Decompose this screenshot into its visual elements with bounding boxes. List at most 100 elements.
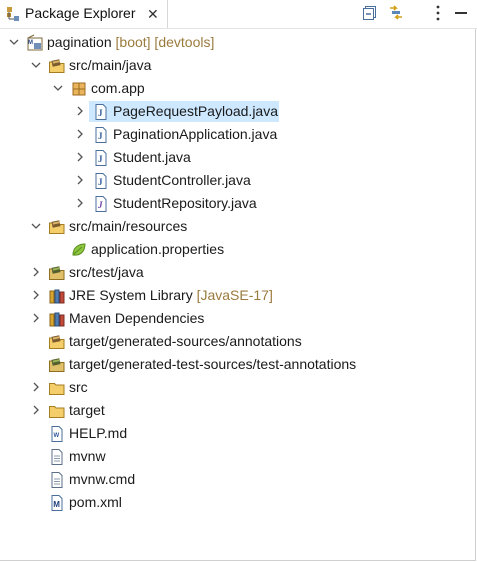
tree-item-name: src/main/resources: [69, 218, 188, 234]
tree-item[interactable]: J Student.java: [0, 146, 477, 169]
svg-text:M: M: [28, 40, 33, 46]
tree-item-name: application.properties: [91, 241, 225, 257]
tree-item[interactable]: src/main/resources: [0, 215, 477, 238]
tree-item-name: pom.xml: [69, 494, 122, 510]
source-folder-icon: [49, 220, 65, 234]
tree-item[interactable]: J StudentController.java: [0, 169, 477, 192]
chevron-down-icon[interactable]: [30, 220, 42, 232]
tree-item-label: com.app: [91, 80, 145, 96]
tree-item-label: pagination [boot] [devtools]: [47, 34, 214, 50]
tree-item-label: Student.java: [113, 149, 191, 165]
chevron-right-icon[interactable]: [74, 128, 86, 140]
tree-item[interactable]: src: [0, 376, 477, 399]
svg-text:J: J: [98, 131, 103, 141]
library-icon: [49, 312, 65, 327]
link-with-editor-icon[interactable]: [387, 4, 405, 22]
chevron-right-icon[interactable]: [30, 381, 42, 393]
tree-item-name: mvnw: [69, 448, 106, 464]
tree-item-name: target/generated-test-sources/test-annot…: [69, 356, 357, 372]
svg-text:J: J: [98, 177, 103, 187]
tree-item[interactable]: Maven Dependencies: [0, 307, 477, 330]
chevron-right-icon[interactable]: [30, 312, 42, 324]
tree-item[interactable]: mvnw: [0, 445, 477, 468]
tree-item[interactable]: target/generated-test-sources/test-annot…: [0, 353, 477, 376]
tree-item[interactable]: J StudentRepository.java: [0, 192, 477, 215]
svg-text:W: W: [54, 433, 60, 439]
package-explorer-icon: [7, 7, 19, 21]
svg-text:J: J: [98, 108, 103, 118]
tree-item-name: PageRequestPayload.java: [113, 103, 279, 119]
tree-item-name: HELP.md: [69, 425, 128, 441]
tree-item-label: src/test/java: [69, 264, 144, 280]
tree-item-name: src: [69, 379, 88, 395]
tree-item-name: src/main/java: [69, 57, 152, 73]
markdown-file-icon: W: [51, 426, 63, 442]
tree-item[interactable]: src/main/java: [0, 54, 477, 77]
chevron-down-icon[interactable]: [52, 82, 64, 94]
chevron-right-icon[interactable]: [30, 404, 42, 416]
tab-package-explorer[interactable]: Package Explorer ✕: [0, 0, 168, 28]
test-source-folder-icon: [49, 358, 65, 372]
tree-item[interactable]: Mpom.xml: [0, 491, 477, 514]
tree-item-name: PaginationApplication.java: [113, 126, 278, 142]
tree-item-label: StudentController.java: [113, 172, 251, 188]
java-file-icon: J: [95, 150, 107, 166]
tree-item[interactable]: JRE System Library [JavaSE-17]: [0, 284, 477, 307]
tree-item[interactable]: src/test/java: [0, 261, 477, 284]
tree-item-label: src: [69, 379, 88, 395]
chevron-right-icon[interactable]: [30, 289, 42, 301]
maven-project-icon: M: [27, 34, 43, 51]
tree-item-label: target/generated-sources/annotations: [69, 333, 302, 349]
tree-item-label: HELP.md: [69, 425, 127, 441]
spring-properties-icon: [72, 243, 86, 256]
chevron-right-icon[interactable]: [74, 105, 86, 117]
chevron-right-icon[interactable]: [74, 197, 86, 209]
tree-item-label: JRE System Library [JavaSE-17]: [69, 287, 273, 303]
library-icon: [49, 289, 65, 304]
java-file-icon: J: [95, 104, 107, 120]
tree-item[interactable]: application.properties: [0, 238, 477, 261]
tree-item-decoration: [boot] [devtools]: [111, 34, 215, 50]
source-folder-icon: [49, 335, 65, 349]
tree-item[interactable]: mvnw.cmd: [0, 468, 477, 491]
tree-item-name: com.app: [91, 80, 145, 96]
text-file-icon: [51, 472, 63, 488]
svg-text:M: M: [53, 500, 60, 509]
text-file-icon: [51, 449, 63, 465]
minimize-icon[interactable]: [452, 4, 470, 22]
svg-text:J: J: [98, 154, 103, 164]
chevron-down-icon[interactable]: [30, 59, 42, 71]
tree-item-name: Maven Dependencies: [69, 310, 205, 326]
test-source-folder-icon: [49, 266, 65, 280]
chevron-right-icon[interactable]: [30, 266, 42, 278]
chevron-right-icon[interactable]: [74, 151, 86, 163]
tree-item[interactable]: com.app: [0, 77, 477, 100]
tree-item-label: target/generated-test-sources/test-annot…: [69, 356, 356, 372]
tree-item-name: StudentRepository.java: [113, 195, 257, 211]
tree-item[interactable]: target: [0, 399, 477, 422]
view-tab-bar: Package Explorer ✕: [0, 0, 477, 29]
svg-text:J: J: [97, 200, 103, 210]
collapse-all-icon[interactable]: [362, 4, 380, 22]
tree-item-label: application.properties: [91, 241, 224, 257]
tree-item-label: Maven Dependencies: [69, 310, 204, 326]
folder-icon: [49, 383, 65, 395]
tree-item[interactable]: W HELP.md: [0, 422, 477, 445]
chevron-right-icon[interactable]: [74, 174, 86, 186]
tree-item-label: src/main/resources: [69, 218, 187, 234]
view-menu-icon[interactable]: [429, 4, 447, 22]
tree-item[interactable]: target/generated-sources/annotations: [0, 330, 477, 353]
tree-item-label: src/main/java: [69, 57, 151, 73]
tree-item-name: target: [69, 402, 105, 418]
tree-item[interactable]: J PaginationApplication.java: [0, 123, 477, 146]
tree-item[interactable]: Mpagination [boot] [devtools]: [0, 31, 477, 54]
chevron-down-icon[interactable]: [8, 36, 20, 48]
tree-item-label: mvnw.cmd: [69, 471, 135, 487]
tree-item-name: Student.java: [113, 149, 191, 165]
tree-item[interactable]: J PageRequestPayload.java: [0, 100, 477, 123]
java-interface-file-icon: J: [95, 196, 107, 212]
tab-close-icon[interactable]: ✕: [147, 6, 159, 22]
tree-item-label: PaginationApplication.java: [113, 126, 277, 142]
tree-item-label: pom.xml: [69, 494, 122, 510]
tree-item-name: pagination: [47, 34, 112, 50]
